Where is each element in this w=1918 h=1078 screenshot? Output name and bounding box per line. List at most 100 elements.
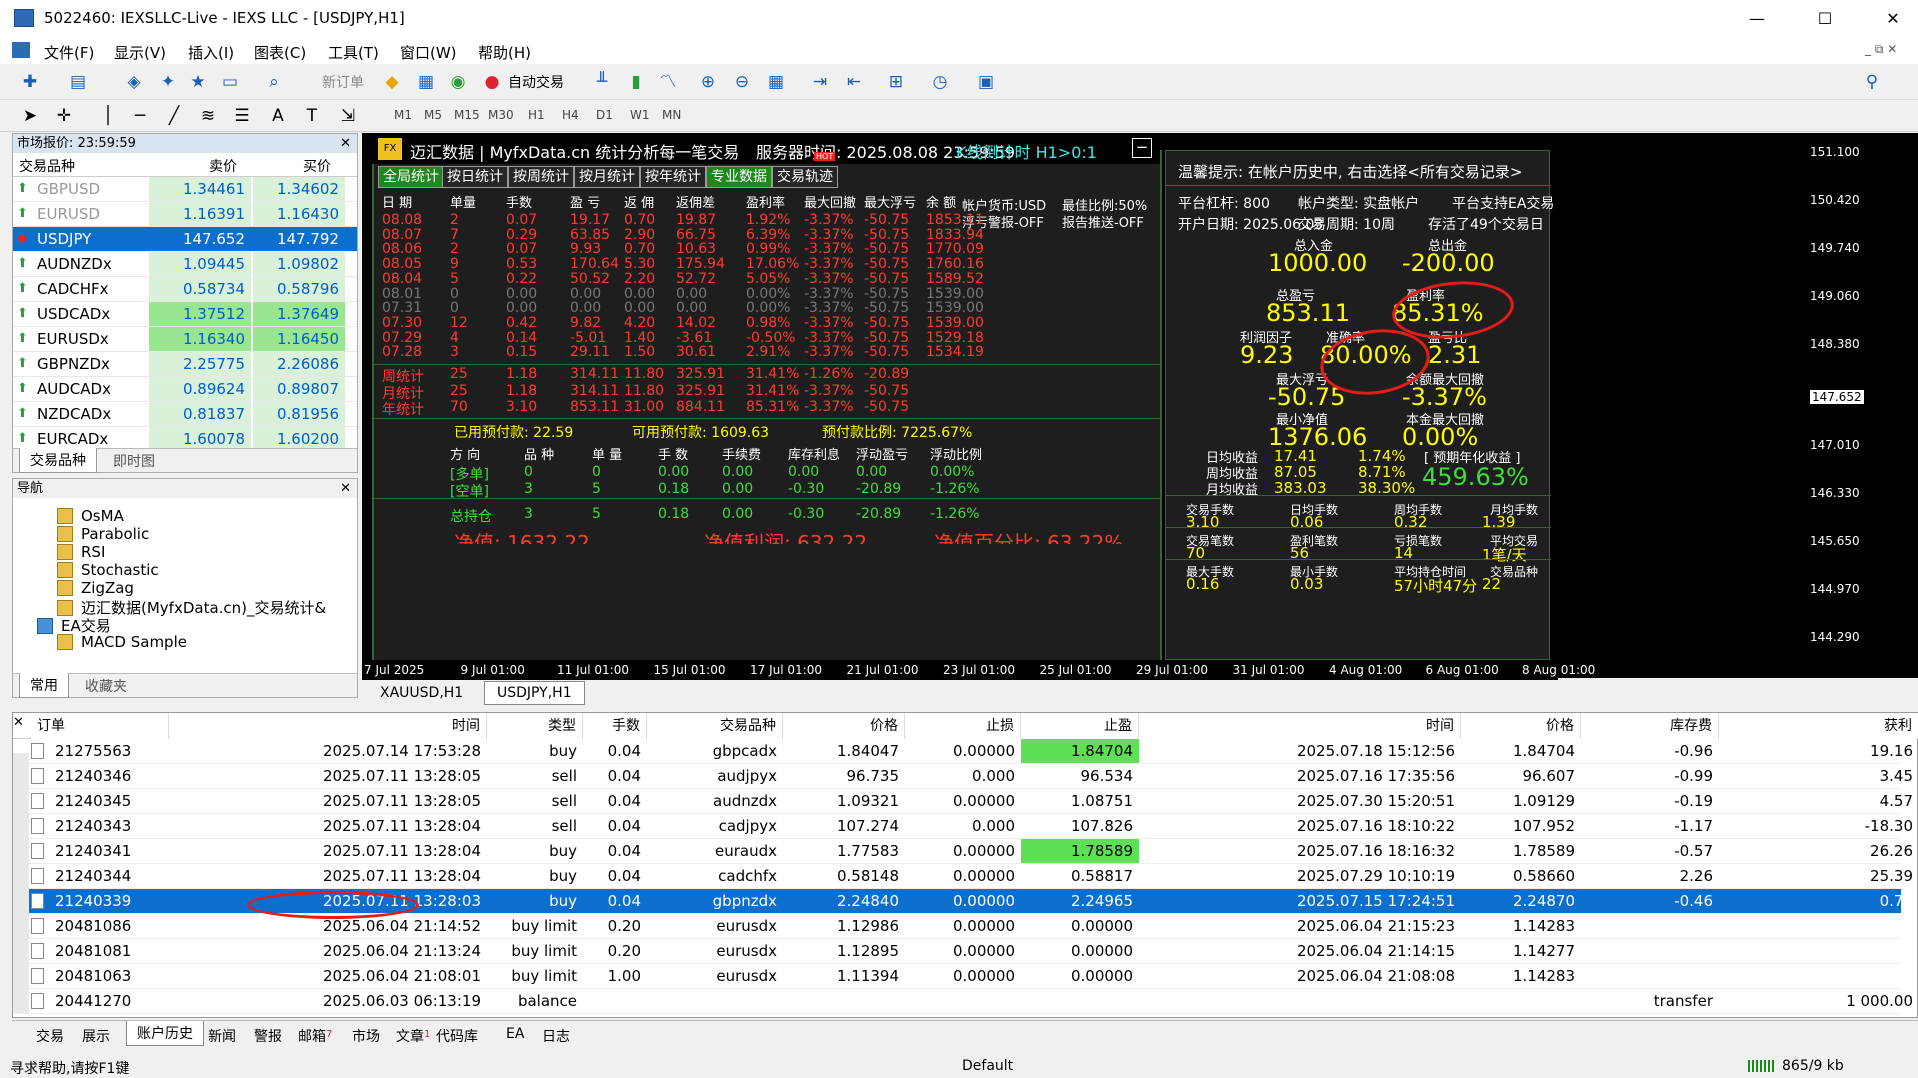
terminal-col[interactable]: 时间 <box>169 713 487 739</box>
market-watch-row[interactable]: ⬆ GBPNZDx 2.25775 2.26086 <box>13 352 357 377</box>
timeframe-H4[interactable]: H4 <box>562 108 579 122</box>
col-bid[interactable]: 卖价 <box>209 156 237 176</box>
table-row[interactable]: 21240344 2025.07.11 13:28:04 buy 0.04 cadchf… <box>13 864 1913 889</box>
mdi-controls[interactable]: _ ⧉ ✕ <box>1865 42 1897 57</box>
nav-item[interactable]: Parabolic <box>57 525 149 543</box>
hline-icon[interactable]: ─ <box>128 104 152 128</box>
tab-xauusd[interactable]: XAUUSD,H1 <box>380 685 463 701</box>
globe-icon[interactable]: ◉ <box>446 70 470 94</box>
crosshair-icon[interactable]: ✛ <box>52 104 76 128</box>
chart-shift-icon[interactable]: ⇤ <box>842 70 866 94</box>
stats-button-5[interactable]: 专业数据 <box>706 166 772 188</box>
close-icon[interactable]: ✕ <box>1870 4 1916 34</box>
tab-9[interactable]: EA <box>506 1026 524 1042</box>
timeframe-W1[interactable]: W1 <box>630 108 650 122</box>
timeframe-M1[interactable]: M1 <box>394 108 412 122</box>
table-row[interactable]: 21275563 2025.07.14 17:53:28 buy 0.04 gbpcad… <box>13 739 1913 764</box>
tab-8[interactable]: 代码库 <box>436 1026 478 1046</box>
table-row[interactable]: 21240345 2025.07.11 13:28:05 sell 0.04 audnz… <box>13 789 1913 814</box>
menu-item-1[interactable]: 显示(V) <box>114 42 166 63</box>
new-chart-icon[interactable]: ✚ <box>18 70 42 94</box>
market-watch-row[interactable]: ⬆ CADCHFx 0.58734 0.58796 <box>13 277 357 302</box>
search-icon[interactable]: ⚲ <box>1860 70 1884 94</box>
stats-button-2[interactable]: 按周统计 <box>508 166 574 188</box>
nav-item[interactable]: OsMA <box>57 507 124 525</box>
market-watch-row[interactable]: ⬆ USDCADx 1.37512 1.37649 <box>13 302 357 327</box>
tab-5[interactable]: 邮箱 <box>298 1026 326 1046</box>
market-watch-icon[interactable]: ◈ <box>122 70 146 94</box>
new-order-button[interactable]: 新订单 <box>322 72 364 92</box>
table-row[interactable]: 20441270 2025.06.03 06:13:19 balance transf… <box>13 989 1913 1014</box>
terminal-col[interactable]: 库存费 <box>1581 713 1719 739</box>
tab-10[interactable]: 日志 <box>542 1026 570 1046</box>
tab-favorites[interactable]: 收藏夹 <box>85 676 127 696</box>
template-icon[interactable]: ▣ <box>974 70 998 94</box>
nav-item[interactable]: RSI <box>57 543 105 561</box>
nav-item[interactable]: MACD Sample <box>57 633 187 651</box>
vline-icon[interactable]: │ <box>96 104 120 128</box>
stats-button-6[interactable]: 交易轨迹 <box>772 166 838 188</box>
tab-usdjpy[interactable]: USDJPY,H1 <box>484 681 585 705</box>
period-icon[interactable]: ◷ <box>928 70 952 94</box>
line-chart-icon[interactable]: 〽 <box>656 70 680 94</box>
terminal-col[interactable]: 订单 <box>31 713 169 739</box>
terminal-col[interactable]: 手数 <box>583 713 647 739</box>
terminal-icon[interactable]: ▭ <box>218 70 242 94</box>
market-watch-row[interactable]: ⬆ GBPUSD 1.34461 1.34602 <box>13 177 357 202</box>
nav-item[interactable]: Stochastic <box>57 561 159 579</box>
favorites-icon[interactable]: ★ <box>186 70 210 94</box>
tab-tick-chart[interactable]: 即时图 <box>113 451 155 471</box>
channel-icon[interactable]: ≋ <box>196 104 220 128</box>
label-icon[interactable]: T <box>300 104 324 128</box>
text-icon[interactable]: A <box>266 104 290 128</box>
tab-common[interactable]: 常用 <box>19 673 69 698</box>
market-watch-row[interactable]: ◆ USDJPY 147.652 147.792 <box>13 227 357 252</box>
zoom-out-icon[interactable]: ⊖ <box>730 70 754 94</box>
metaeditor-icon[interactable]: ◆ <box>380 70 404 94</box>
tab-7[interactable]: 文章 <box>396 1026 424 1046</box>
table-row[interactable]: 20481063 2025.06.04 21:08:01 buy limit 1.00… <box>13 964 1901 989</box>
close-icon[interactable]: ✕ <box>340 134 351 153</box>
menu-item-2[interactable]: 插入(I) <box>188 42 234 63</box>
menu-item-6[interactable]: 帮助(H) <box>478 42 531 63</box>
tester-icon[interactable]: ⌕ <box>262 70 286 94</box>
table-row[interactable]: 21240343 2025.07.11 13:28:04 sell 0.04 cadjp… <box>13 814 1913 839</box>
nav-item[interactable]: ZigZag <box>57 579 134 597</box>
close-icon[interactable]: ✕ <box>340 479 351 498</box>
cursor-icon[interactable]: ➤ <box>18 104 42 128</box>
auto-trading-icon[interactable]: ● <box>480 70 504 94</box>
terminal-col[interactable]: 获利 <box>1719 713 1918 739</box>
timeframe-H1[interactable]: H1 <box>528 108 545 122</box>
terminal-col[interactable]: 交易品种 <box>647 713 783 739</box>
fibo-icon[interactable]: ☰ <box>230 104 254 128</box>
minimize-icon[interactable]: — <box>1734 4 1780 34</box>
bar-chart-icon[interactable]: ╨ <box>590 70 614 94</box>
maximize-icon[interactable]: ☐ <box>1802 4 1848 34</box>
indicators-icon[interactable]: ⊞ <box>884 70 908 94</box>
tab-1[interactable]: 展示 <box>82 1026 110 1046</box>
timeframe-M30[interactable]: M30 <box>488 108 514 122</box>
terminal-col[interactable]: 时间 <box>1139 713 1461 739</box>
tab-3[interactable]: 新闻 <box>208 1026 236 1046</box>
market-watch-row[interactable]: ⬆ AUDCADx 0.89624 0.89807 <box>13 377 357 402</box>
stats-button-1[interactable]: 按日统计 <box>442 166 508 188</box>
market-watch-row[interactable]: ⬆ AUDNZDx 1.09445 1.09802 <box>13 252 357 277</box>
tab-2[interactable]: 账户历史 <box>126 1021 204 1046</box>
stats-button-4[interactable]: 按年统计 <box>640 166 706 188</box>
timeframe-M5[interactable]: M5 <box>424 108 442 122</box>
col-symbol[interactable]: 交易品种 <box>19 156 75 176</box>
market-watch-row[interactable]: ⬆ EURUSD 1.16391 1.16430 <box>13 202 357 227</box>
autoscroll-icon[interactable]: ⇥ <box>808 70 832 94</box>
auto-trading-button[interactable]: 自动交易 <box>508 72 564 92</box>
table-row[interactable]: 21240341 2025.07.11 13:28:04 buy 0.04 euraud… <box>13 839 1913 864</box>
col-ask[interactable]: 买价 <box>303 156 331 176</box>
menu-item-0[interactable]: 文件(F) <box>44 42 94 63</box>
terminal-col[interactable]: 止损 <box>905 713 1021 739</box>
menu-item-3[interactable]: 图表(C) <box>254 42 306 63</box>
tab-0[interactable]: 交易 <box>36 1026 64 1046</box>
timeframe-M15[interactable]: M15 <box>454 108 480 122</box>
market-watch-row[interactable]: ⬆ EURUSDx 1.16340 1.16450 <box>13 327 357 352</box>
table-row[interactable]: 20481086 2025.06.04 21:14:52 buy limit 0.20… <box>13 914 1901 939</box>
table-row[interactable]: 21240346 2025.07.11 13:28:05 sell 0.04 audjp… <box>13 764 1913 789</box>
terminal-col[interactable]: 价格 <box>783 713 905 739</box>
